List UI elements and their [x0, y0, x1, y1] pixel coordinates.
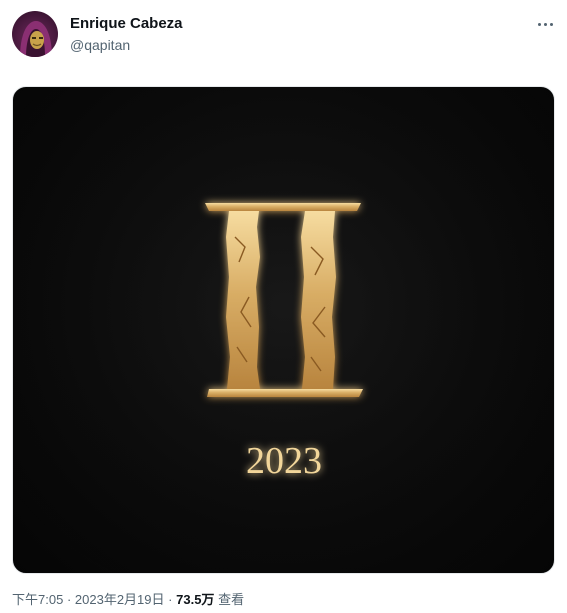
meta-separator: · — [168, 592, 173, 607]
views-label: 查看 — [218, 592, 245, 607]
meta-separator: · — [66, 592, 72, 607]
tweet-card: Enrique Cabeza @qapitan 2023 下午7:05 · 20… — [0, 0, 567, 613]
media-artwork: 2023 — [13, 87, 554, 573]
more-horizontal-icon[interactable] — [535, 14, 555, 34]
views-count: 73.5万 — [176, 592, 215, 607]
tweet-time[interactable]: 下午7:05 — [12, 592, 63, 607]
author-block: Enrique Cabeza @qapitan — [70, 15, 183, 54]
year-label: 2023 — [246, 440, 322, 482]
tweet-image[interactable]: 2023 — [12, 86, 555, 574]
author-name[interactable]: Enrique Cabeza — [70, 15, 183, 33]
author-handle[interactable]: @qapitan — [70, 36, 183, 54]
tweet-meta: 下午7:05 · 2023年2月19日 · 73.5万 查看 — [12, 591, 244, 609]
tweet-date[interactable]: 2023年2月19日 — [75, 592, 165, 607]
avatar[interactable] — [12, 11, 58, 57]
